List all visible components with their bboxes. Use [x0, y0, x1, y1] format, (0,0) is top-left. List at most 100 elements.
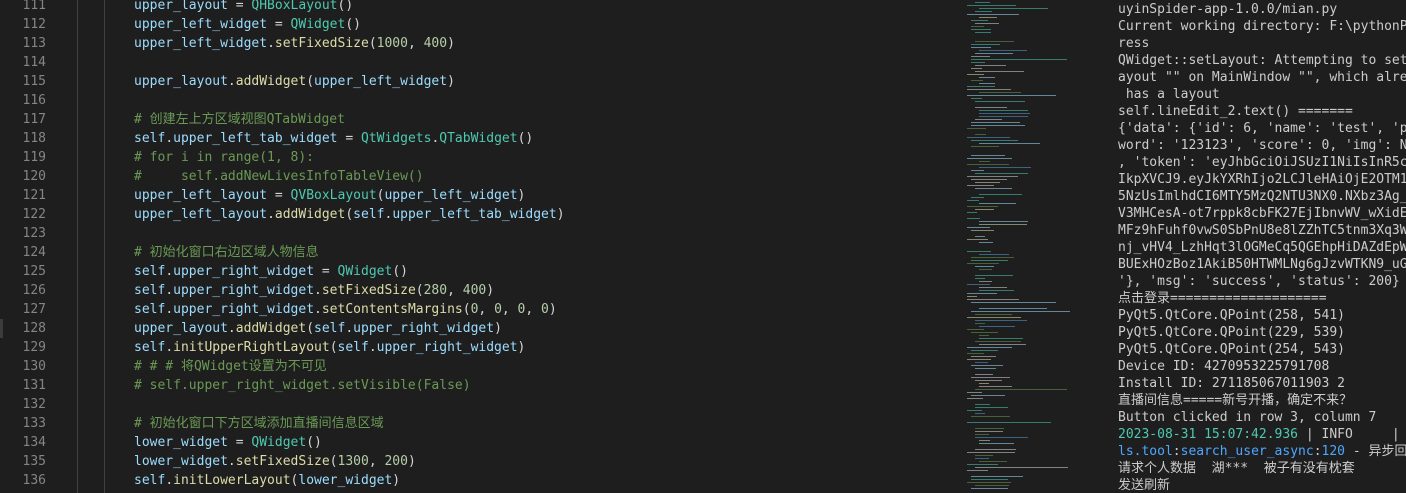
minimap-line — [967, 137, 1010, 138]
code-line[interactable]: lower_widget.setFixedSize(1300, 200) — [134, 452, 416, 471]
code-token: . — [227, 454, 236, 469]
code-line[interactable]: lower_widget = QWidget() — [134, 433, 322, 452]
minimap-line — [975, 71, 1024, 72]
code-token: ) — [447, 74, 455, 89]
code-line[interactable]: upper_left_widget = QWidget() — [134, 15, 361, 34]
code-line[interactable]: # for i in range(1, 8): — [134, 148, 314, 167]
line-number: 118 — [22, 131, 46, 146]
minimap-line — [971, 350, 998, 351]
line-number: 121 — [22, 188, 46, 203]
code-token: , — [478, 302, 495, 317]
minimap[interactable] — [965, 0, 1085, 493]
code-token: ( — [415, 283, 424, 298]
minimap-line — [975, 278, 985, 279]
terminal-line: PyQt5.QtCore.QPoint(229, 539) — [1118, 324, 1345, 341]
terminal-line: word': '123123', 'score': 0, 'img': None — [1118, 137, 1406, 154]
line-number: 117 — [22, 112, 46, 127]
minimap-line — [967, 296, 977, 297]
minimap-line — [967, 200, 979, 201]
terminal-text: Device ID: 4270953225791708 — [1118, 359, 1330, 374]
code-line[interactable]: self.upper_right_widget = QWidget() — [134, 262, 408, 281]
code-area[interactable]: upper_layout = QHBoxLayout() upper_left_w… — [73, 0, 965, 493]
terminal-text: self.lineEdit_2.text() ======= — [1118, 104, 1353, 119]
minimap-line — [975, 428, 1004, 429]
editor-vertical-scrollbar[interactable] — [1085, 0, 1112, 493]
code-token: ) — [556, 207, 565, 222]
terminal-panel[interactable]: uyinSpider-app-1.0.0/mian.py Current work… — [1110, 0, 1406, 493]
code-line[interactable]: # self.upper_right_widget.setVisible(Fal… — [134, 376, 471, 395]
minimap-line — [971, 257, 1014, 258]
terminal-line: uyinSpider-app-1.0.0/mian.py — [1118, 1, 1337, 18]
code-token: . — [165, 340, 174, 355]
code-token: , — [368, 454, 385, 469]
minimap-line — [975, 275, 1013, 276]
minimap-line — [975, 389, 1067, 390]
terminal-text: '}, 'msg': 'success', 'status': 200} — [1118, 274, 1400, 289]
code-line[interactable]: self.upper_left_tab_widget = QtWidgets.Q… — [134, 129, 533, 148]
minimap-line — [979, 338, 1023, 339]
code-line[interactable]: self.initUpperRightLayout(self.upper_rig… — [134, 338, 525, 357]
terminal-line: PyQt5.QtCore.QPoint(258, 541) — [1118, 307, 1345, 324]
minimap-line — [967, 14, 1019, 15]
code-line[interactable]: self.upper_right_widget.setFixedSize(280… — [134, 281, 494, 300]
code-line[interactable]: # 初始化窗口右边区域人物信息 — [134, 243, 319, 262]
minimap-line — [975, 404, 990, 405]
terminal-line: PyQt5.QtCore.QPoint(254, 543) — [1118, 341, 1345, 358]
code-line[interactable]: # self.addNewLivesInfoTableView() — [134, 167, 424, 186]
code-line[interactable]: # 初始化窗口下方区域添加直播间信息区域 — [134, 414, 384, 433]
minimap-line — [971, 80, 983, 81]
minimap-line — [975, 341, 1021, 342]
code-line[interactable]: upper_left_layout = QVBoxLayout(upper_le… — [134, 186, 525, 205]
minimap-line — [979, 269, 992, 270]
minimap-line — [971, 365, 1003, 366]
code-token: 280 — [423, 283, 448, 298]
code-token: ) — [486, 283, 495, 298]
minimap-line — [979, 194, 1022, 195]
code-token: 1000 — [376, 36, 408, 51]
code-line[interactable]: self.initLowerLayout(lower_widget) — [134, 471, 400, 490]
terminal-link[interactable]: ls.tool — [1118, 444, 1173, 459]
minimap-line — [975, 65, 1006, 66]
minimap-line — [967, 452, 1015, 453]
code-token: setFixedSize — [235, 454, 330, 469]
minimap-line — [971, 59, 1067, 60]
code-token: lower_widget — [134, 454, 228, 469]
minimap-line — [971, 29, 991, 30]
code-line[interactable]: # 创建左上方区域视图QTabWidget — [134, 110, 345, 129]
code-line[interactable]: upper_layout.addWidget(self.upper_right_… — [134, 319, 502, 338]
code-token: . — [368, 340, 377, 355]
code-line[interactable]: upper_left_widget.setFixedSize(1000, 400… — [134, 34, 455, 53]
minimap-line — [979, 386, 1012, 387]
minimap-line — [975, 41, 1014, 42]
minimap-line — [967, 470, 988, 471]
code-line[interactable]: upper_left_layout.addWidget(self.upper_l… — [134, 205, 565, 224]
code-token: upper_left_widget — [134, 17, 268, 32]
code-editor[interactable]: 111 112 113 114 115 116 117 118 119 120 121 122 123 1… — [0, 0, 1085, 493]
code-token: ( — [345, 207, 354, 222]
terminal-text: - 异步回调 — [1352, 444, 1406, 459]
terminal-text: 2023-08-31 15:07:42.936 — [1118, 427, 1299, 442]
minimap-line — [967, 185, 994, 186]
line-number: 123 — [22, 226, 46, 241]
code-token: . — [165, 283, 174, 298]
code-token: addWidget — [235, 74, 307, 89]
minimap-line — [971, 20, 988, 21]
terminal-link[interactable]: search_user_async — [1181, 444, 1314, 459]
minimap-line — [979, 92, 1021, 93]
code-line[interactable]: self.upper_right_widget.setContentsMargi… — [134, 300, 557, 319]
minimap-line — [979, 203, 1016, 204]
minimap-line — [971, 170, 984, 171]
terminal-link[interactable]: 120 — [1322, 444, 1345, 459]
code-line[interactable]: # # # 将QWidget设置为不可见 — [134, 357, 327, 376]
minimap-line — [971, 47, 991, 48]
code-token: self — [134, 302, 166, 317]
code-line[interactable]: upper_layout = QHBoxLayout() — [134, 0, 353, 15]
code-token: self — [134, 264, 166, 279]
code-token: . — [314, 283, 322, 298]
code-token: . — [165, 473, 174, 488]
code-token: self — [337, 340, 369, 355]
terminal-line: 直播间信息=====新号开播，确定不来？ — [1118, 392, 1352, 409]
code-token: 400 — [423, 36, 448, 51]
code-line[interactable]: upper_layout.addWidget(upper_left_widget… — [134, 72, 455, 91]
code-token: ) — [392, 473, 401, 488]
